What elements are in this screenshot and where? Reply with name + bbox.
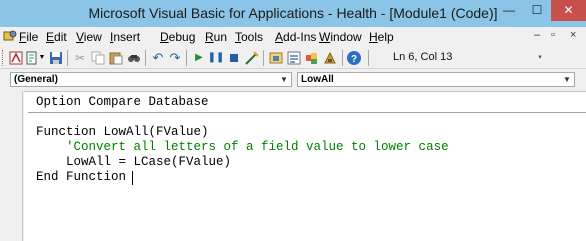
copy-icon[interactable]: [90, 50, 106, 66]
code-line-5[interactable]: LowAll = LCase(FValue): [36, 155, 231, 169]
properties-icon[interactable]: [286, 50, 302, 66]
doc-close-button[interactable]: ×: [570, 29, 576, 41]
toolbar-separator: [342, 50, 343, 66]
code-line-4-comment[interactable]: 'Convert all letters of a field value to…: [36, 140, 449, 154]
chevron-down-icon[interactable]: ▼: [277, 73, 291, 86]
toolbar-overflow-icon[interactable]: ▾: [534, 50, 546, 66]
cut-icon[interactable]: ✂: [72, 50, 88, 66]
paste-icon[interactable]: [108, 50, 124, 66]
code-line-3[interactable]: Function LowAll(FValue): [36, 125, 209, 139]
object-combo[interactable]: (General) ▼: [10, 72, 292, 87]
save-icon[interactable]: [48, 50, 64, 66]
doc-restore-button[interactable]: ▫: [551, 29, 555, 41]
title-bar: Microsoft Visual Basic for Applications …: [0, 0, 586, 27]
toolbar-separator: [67, 50, 68, 66]
menu-add-ins[interactable]: Add-Ins: [275, 30, 316, 44]
maximize-button[interactable]: ☐: [523, 0, 551, 21]
menu-insert[interactable]: Insert: [110, 30, 140, 44]
object-browser-icon[interactable]: [304, 50, 320, 66]
help-icon[interactable]: ?: [346, 50, 362, 66]
menu-window[interactable]: Window: [319, 30, 362, 44]
toolbar-grip[interactable]: [2, 50, 5, 66]
menu-view[interactable]: View: [76, 30, 102, 44]
run-icon[interactable]: ▶: [191, 50, 207, 66]
menu-help[interactable]: Help: [369, 30, 394, 44]
chevron-down-icon[interactable]: ▼: [38, 50, 46, 66]
toolbar-separator: [263, 50, 264, 66]
toolbar-separator: [145, 50, 146, 66]
doc-minimize-button[interactable]: –: [534, 29, 540, 41]
access-icon[interactable]: [8, 50, 24, 66]
menu-tools[interactable]: Tools: [235, 30, 263, 44]
procedure-combo[interactable]: LowAll ▼: [297, 72, 575, 87]
toolbar-separator: [186, 50, 187, 66]
vba-app-icon[interactable]: [3, 29, 17, 43]
project-explorer-icon[interactable]: [268, 50, 284, 66]
menu-run[interactable]: Run: [205, 30, 227, 44]
break-icon[interactable]: ❚❚: [208, 50, 225, 66]
margin-indicator-bar[interactable]: [0, 91, 23, 241]
minimize-button[interactable]: —: [495, 0, 523, 21]
find-icon[interactable]: [126, 50, 142, 66]
design-mode-icon[interactable]: [244, 50, 260, 66]
cursor-position-status: Ln 6, Col 13: [393, 51, 453, 63]
standard-toolbar: ▼ ✂ ↶ ↷ ▶ ❚❚ ? Ln 6, Col 13 ▾: [0, 47, 586, 69]
toolbar-separator: [368, 50, 369, 66]
code-editor[interactable]: Option Compare Database Function LowAll(…: [24, 91, 586, 241]
menu-file[interactable]: File: [19, 30, 38, 44]
menu-edit[interactable]: Edit: [46, 30, 67, 44]
redo-icon[interactable]: ↷: [167, 50, 183, 66]
text-caret: [132, 171, 133, 185]
code-line-6[interactable]: End Function: [36, 170, 126, 184]
close-button[interactable]: ✕: [551, 0, 586, 21]
menu-bar: File Edit View Insert Debug Run Tools Ad…: [0, 27, 586, 47]
procedure-combo-value: LowAll: [301, 74, 334, 85]
svg-text:?: ?: [351, 54, 357, 65]
object-combo-value: (General): [14, 74, 58, 85]
undo-icon[interactable]: ↶: [150, 50, 166, 66]
reset-icon[interactable]: [226, 50, 242, 66]
menu-debug[interactable]: Debug: [160, 30, 195, 44]
procedure-separator: [28, 112, 586, 113]
chevron-down-icon[interactable]: ▼: [560, 73, 574, 86]
toolbox-icon[interactable]: [322, 50, 338, 66]
code-line-1[interactable]: Option Compare Database: [36, 95, 209, 109]
code-window: (General) ▼ LowAll ▼ Option Compare Data…: [0, 69, 586, 241]
